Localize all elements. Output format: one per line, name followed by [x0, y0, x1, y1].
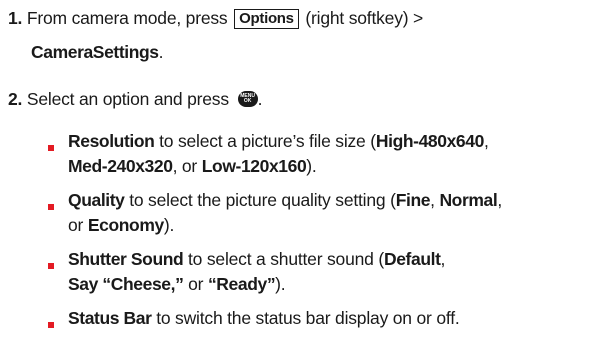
- option-desc: to select the picture quality setting (: [129, 190, 396, 210]
- option-title: Status Bar: [68, 308, 152, 328]
- option-value: Say “Cheese,”: [68, 274, 184, 294]
- step-1-line-2: CameraSettings.: [31, 41, 164, 63]
- bullet-icon: [48, 256, 54, 269]
- option-desc: or: [68, 215, 84, 235]
- icon-label-bottom: OK: [243, 98, 252, 104]
- step-text: From camera mode, press: [26, 8, 228, 28]
- option-value: Economy: [87, 215, 164, 235]
- option-desc: to select a picture’s file size (: [159, 131, 376, 151]
- option-title: Quality: [68, 190, 125, 210]
- step-number: 1.: [8, 8, 23, 28]
- punctuation: ).: [275, 274, 286, 294]
- option-resolution-line-1: Resolution to select a picture’s file si…: [68, 130, 489, 152]
- menu-ok-key-icon: MENU OK: [237, 91, 258, 107]
- punctuation: ,: [483, 131, 489, 151]
- menu-target: CameraSettings: [31, 42, 159, 62]
- option-shutter-sound-line-2: Say “Cheese,” or “Ready”).: [68, 273, 286, 295]
- option-title: Shutter Sound: [68, 249, 184, 269]
- option-desc: or: [188, 274, 204, 294]
- step-text: Select an option and press: [26, 89, 229, 109]
- punctuation: , or: [172, 156, 198, 176]
- option-desc: to switch the status bar display on or o…: [156, 308, 460, 328]
- step-text: (right softkey) >: [305, 8, 424, 28]
- punctuation: .: [158, 42, 164, 62]
- option-value: Fine: [395, 190, 431, 210]
- option-resolution-line-2: Med-240x320, or Low-120x160).: [68, 155, 317, 177]
- option-value: “Ready”: [207, 274, 276, 294]
- option-value: High-480x640: [375, 131, 484, 151]
- bullet-icon: [48, 138, 54, 151]
- option-quality-line-1: Quality to select the picture quality se…: [68, 189, 502, 211]
- option-desc: to select a shutter sound (: [188, 249, 384, 269]
- bullet-icon: [48, 197, 54, 210]
- option-value: Normal: [439, 190, 498, 210]
- punctuation: ,: [440, 249, 446, 269]
- instruction-document: 1. From camera mode, press Options (righ…: [0, 0, 614, 343]
- option-title: Resolution: [68, 131, 155, 151]
- option-value: Med-240x320: [68, 156, 173, 176]
- step-1-line-1: 1. From camera mode, press Options (righ…: [8, 7, 423, 29]
- options-softkey-label: Options: [234, 9, 299, 29]
- option-status-bar-line: Status Bar to switch the status bar disp…: [68, 307, 460, 329]
- step-2-line: 2. Select an option and press MENU OK .: [8, 88, 262, 110]
- option-shutter-sound-line-1: Shutter Sound to select a shutter sound …: [68, 248, 445, 270]
- punctuation: ,: [430, 190, 435, 210]
- option-quality-line-2: or Economy).: [68, 214, 174, 236]
- punctuation: .: [257, 89, 263, 109]
- bullet-icon: [48, 315, 54, 328]
- option-value: Low-120x160: [201, 156, 307, 176]
- punctuation: ).: [306, 156, 317, 176]
- step-number: 2.: [8, 89, 23, 109]
- punctuation: ,: [497, 190, 503, 210]
- option-value: Default: [383, 249, 441, 269]
- punctuation: ).: [163, 215, 175, 235]
